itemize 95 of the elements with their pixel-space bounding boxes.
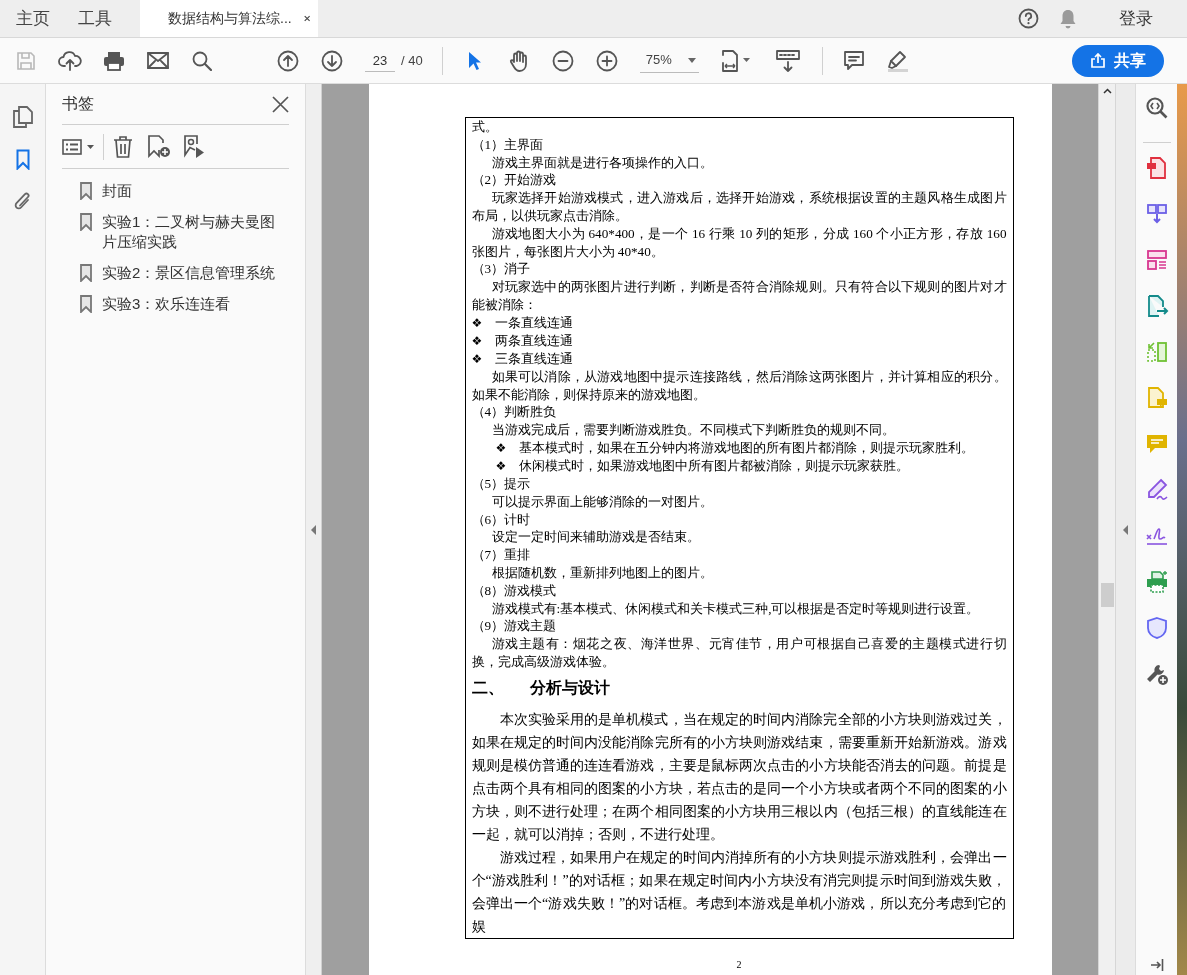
zoom-out-icon[interactable] xyxy=(551,49,574,72)
paragraph-text: 玩家选择开始游戏模式，进入游戏后，选择开始游戏，系统根据设置的主题风格生成图片布局，以供玩家点击消除。 xyxy=(471,189,1007,225)
bullet-marker: ❖ xyxy=(471,350,484,368)
bookmark-item[interactable]: 实验2：景区信息管理系统 xyxy=(102,263,289,283)
cloud-upload-icon[interactable] xyxy=(58,50,82,71)
subsection-heading: （7）重排 xyxy=(471,546,532,564)
bookmark-item[interactable]: 封面 xyxy=(102,181,289,201)
subsection-heading: （6）计时 xyxy=(471,510,532,529)
bookmark-icon xyxy=(80,264,92,282)
subsection-heading: （9）游戏主题 xyxy=(471,617,558,636)
paragraph-text: 对玩家选中的两张图片进行判断，判断是否符合消除规则。只有符合以下规则的图片对才能被消除： xyxy=(471,278,1007,314)
fit-page-icon[interactable] xyxy=(720,49,751,72)
paragraph-text: 可以提示界面上能够消除的一对图片。 xyxy=(490,492,714,511)
paragraph-text: 当游戏完成后，需要判断游戏胜负。不同模式下判断胜负的规则不同。 xyxy=(490,421,896,439)
page-number: 2 xyxy=(736,957,742,972)
subsection-heading: （8）游戏模式 xyxy=(471,581,558,600)
bullet-marker: ❖ xyxy=(471,314,484,332)
collapse-left-icon[interactable] xyxy=(310,524,317,535)
share-button[interactable]: 共享 xyxy=(1072,44,1164,77)
print-icon[interactable] xyxy=(103,50,125,71)
scroll-mode-icon[interactable] xyxy=(775,49,800,72)
layout-icon[interactable] xyxy=(1144,248,1169,272)
zoom-search-icon[interactable] xyxy=(1144,96,1169,120)
close-icon[interactable] xyxy=(272,95,289,113)
bookmark-icon xyxy=(80,213,92,231)
subsection-heading: （4）判断胜负 xyxy=(471,403,558,422)
scroll-up-icon[interactable] xyxy=(1102,88,1112,94)
paragraph-text: 根据随机数，重新排列地图上的图片。 xyxy=(490,563,714,582)
paragraph-text: 本次实验采用的是单机模式，当在规定的时间内消除完全部的小方块则游戏过关，如果在规定的时间内没能消除完所有的小方块则游戏结束，需要重新开始新游戏。游戏规则是模仿普通的连连看游戏，主要是鼠标两次点击的小方块能否消去的问题。前提是点击两个具有相同的图案的小方块，若点击的是同一个小方块或者两个不同的图案的小方块，则不进行处理；在两个相同图案的小方块用三根以内（包括三根）的直线能连在一起，就可以消掉；否则，不进行处理。 xyxy=(471,710,1007,844)
subsection-heading: （3）消子 xyxy=(471,260,532,279)
nav-tab[interactable]: 主页 xyxy=(2,0,64,37)
mail-icon[interactable] xyxy=(147,52,169,69)
combine-files-icon[interactable] xyxy=(1144,202,1169,226)
trash-icon[interactable] xyxy=(113,135,133,158)
shield-icon[interactable] xyxy=(1144,616,1169,640)
scrollbar-thumb[interactable] xyxy=(1101,583,1114,607)
subsection-heading: （1）主界面 xyxy=(471,135,545,154)
paragraph-text: 游戏过程，如果用户在规定的时间内消掉所有的小方块则提示游戏胜利，会弹出一个“游戏胜利！”的对话框；如果在规定时间内小方块没有消完则提示时间到游戏失败，会弹出一个“游戏失败！”的对话框。考虑到本游戏是单机小游戏，所以充分考虑到它的娱 xyxy=(471,848,1007,936)
paragraph-text: 如果可以消除，从游戏地图中提示连接路线，然后消除这两张图片，并计算相应的积分。如果不能消除，则保持原来的游戏地图。 xyxy=(471,367,1007,404)
help-icon[interactable] xyxy=(1018,8,1039,29)
bullet-marker: ❖ xyxy=(495,457,508,475)
section-number: 二、 xyxy=(471,677,504,698)
expand-panel-icon[interactable] xyxy=(1122,524,1129,535)
bookmark-icon xyxy=(80,295,92,313)
pointer-cursor-icon[interactable] xyxy=(467,50,482,71)
subsection-heading: （2）开始游戏 xyxy=(471,171,558,190)
bullet-marker: ❖ xyxy=(495,439,508,457)
section-heading: 分析与设计 xyxy=(529,677,610,698)
list-item-text: 一条直线连通 xyxy=(494,313,573,332)
list-item-text: 两条直线连通 xyxy=(494,331,573,350)
paragraph-text: 游戏模式有:基本模式、休闲模式和关卡模式三种,可以根据是否定时等规则进行设置。 xyxy=(490,599,981,618)
bookmark-icon xyxy=(80,182,92,200)
highlighter-icon[interactable] xyxy=(885,49,910,72)
caret-icon xyxy=(687,57,696,63)
close-icon[interactable] xyxy=(303,14,310,23)
subsection-heading: （5）提示 xyxy=(471,474,532,493)
bullet-marker: ❖ xyxy=(471,332,484,350)
find-bookmark-icon[interactable] xyxy=(183,135,205,158)
zoom-value: 75% xyxy=(645,51,672,70)
caret-icon xyxy=(87,144,94,149)
document-plus-icon[interactable] xyxy=(1144,156,1169,180)
collapse-right-icon[interactable] xyxy=(1149,958,1164,972)
print-production-icon[interactable] xyxy=(1144,570,1169,594)
list-item-text: 休闲模式时，如果游戏地图中所有图片都被消除，则提示玩家获胜。 xyxy=(518,456,909,475)
share-icon xyxy=(1090,53,1105,68)
paragraph-text: 设定一定时间来辅助游戏是否结束。 xyxy=(490,528,701,547)
bookmark-icon[interactable] xyxy=(15,149,30,170)
zoom-dropdown[interactable]: 75% xyxy=(639,48,699,73)
list-icon xyxy=(62,138,82,155)
zoom-in-icon[interactable] xyxy=(595,49,618,72)
hand-icon[interactable] xyxy=(508,49,529,72)
login-button[interactable]: 登录 xyxy=(1119,5,1153,32)
bookmark-item[interactable]: 实验1：二叉树与赫夫曼图片压缩实践 xyxy=(102,212,289,252)
nav-tab[interactable]: 工具 xyxy=(64,0,126,37)
bookmark-item[interactable]: 实验3：欢乐连连看 xyxy=(102,294,289,314)
options-menu-button[interactable] xyxy=(62,138,94,155)
panel-title: 书签 xyxy=(62,94,94,114)
paragraph-text: 游戏地图大小为 640*400，是一个 16 行乘 10 列的矩形，分成 160 个小正方形，存放 160 张图片，每张图片大小为 40*40。 xyxy=(471,224,1007,261)
paragraph-text: 游戏主题有：烟花之夜、海洋世界、元宵佳节，用户可根据自己喜爱的主题模式进行切换，完成高级游戏体验。 xyxy=(471,635,1007,671)
arrow-down-icon[interactable] xyxy=(321,49,343,72)
list-item-text: 三条直线连通 xyxy=(494,349,573,368)
document-tab-label[interactable]: 数据结构与算法综... xyxy=(168,8,292,29)
arrow-up-icon[interactable] xyxy=(277,49,299,72)
document-tab[interactable]: 数据结构与算法综... xyxy=(140,0,318,37)
page-count: / 40 xyxy=(401,51,423,70)
page-number-field[interactable]: 23 xyxy=(365,49,395,72)
paragraph-text: 式。 xyxy=(471,118,499,136)
save-icon xyxy=(16,50,36,71)
scrollbar[interactable] xyxy=(1098,84,1115,975)
paragraph-text: 游戏主界面就是进行各项操作的入口。 xyxy=(490,153,714,172)
pages-icon[interactable] xyxy=(12,106,33,128)
add-bookmark-icon[interactable] xyxy=(147,135,171,158)
comment-icon[interactable] xyxy=(842,49,865,72)
search-icon[interactable] xyxy=(192,50,212,71)
list-item-text: 基本模式时，如果在五分钟内将游戏地图的所有图片都消除，则提示玩家胜利。 xyxy=(518,438,974,457)
